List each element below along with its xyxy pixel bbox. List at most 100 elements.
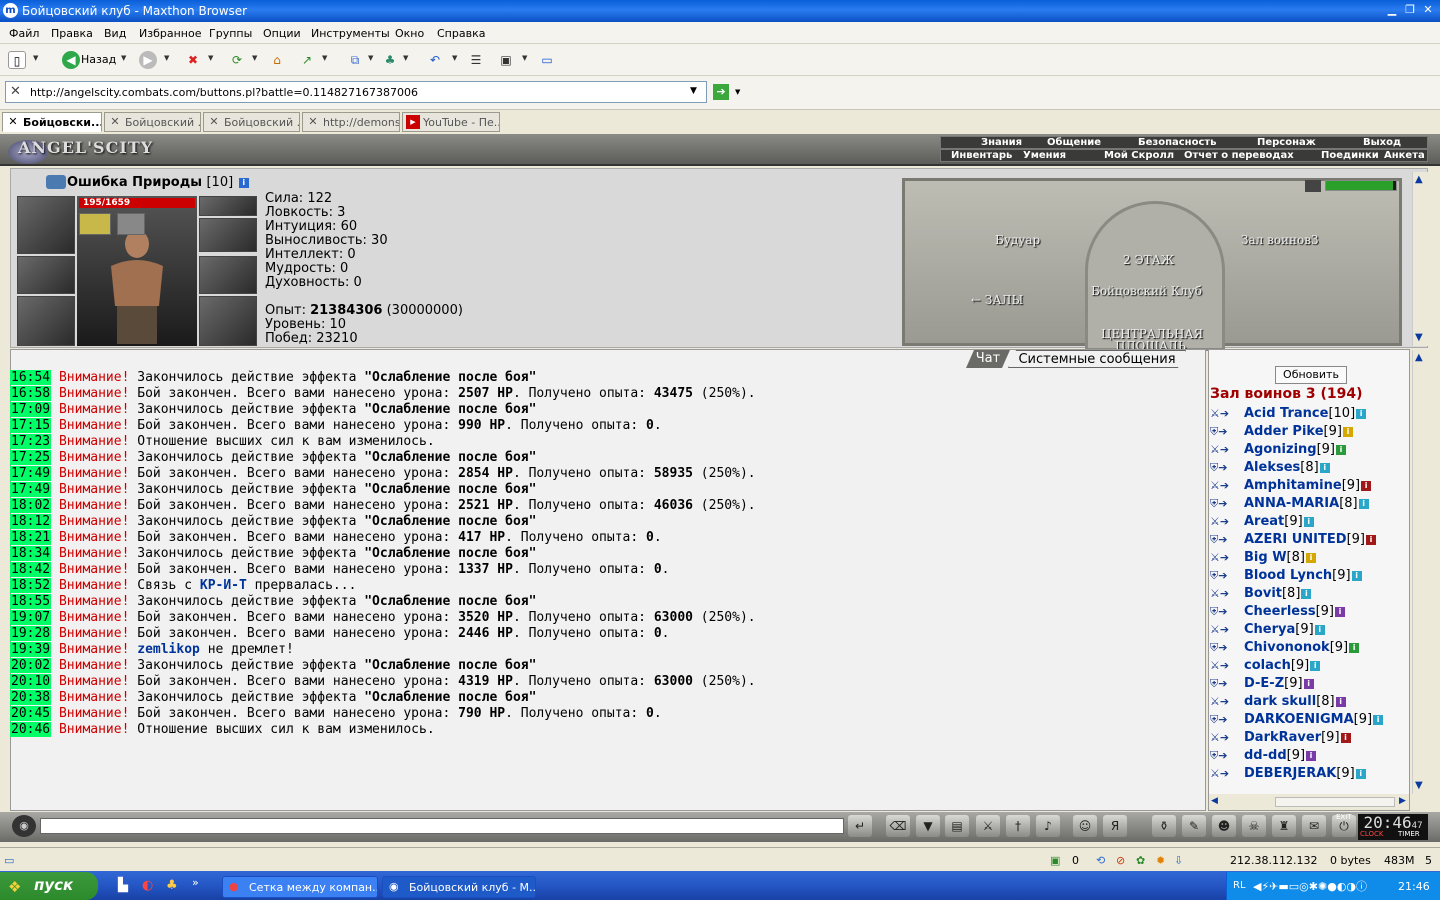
user-info-icon[interactable]: i: [1365, 535, 1376, 545]
go-up-dropdown-icon[interactable]: ▼: [322, 54, 327, 62]
user-status-icon[interactable]: ⚔➔: [1210, 767, 1232, 781]
user-info-icon[interactable]: i: [1361, 481, 1372, 491]
user-status-icon[interactable]: ⛨➔: [1210, 497, 1232, 511]
map-boudoir[interactable]: Будуар: [995, 233, 1040, 247]
scroll-down-icon[interactable]: ▼: [1415, 332, 1423, 343]
refresh-button[interactable]: Обновить: [1275, 366, 1347, 384]
user-name-text[interactable]: AZERI UNITED: [1244, 532, 1347, 547]
user-name[interactable]: Blood Lynch[9] i: [1244, 568, 1362, 583]
nav-communication[interactable]: Общение: [1047, 137, 1101, 148]
user-info-icon[interactable]: i: [1340, 733, 1351, 743]
quicklaunch-3-icon[interactable]: ♣: [166, 878, 178, 893]
clear-icon[interactable]: ⌫: [886, 815, 910, 837]
sound-icon[interactable]: ♪: [1036, 815, 1060, 837]
send-icon[interactable]: ↵: [848, 815, 872, 837]
gloves-slot[interactable]: [17, 256, 75, 294]
window-icon[interactable]: ▭: [538, 51, 556, 69]
user-status-icon[interactable]: ⛨➔: [1210, 641, 1232, 655]
user-name[interactable]: dark skull[8] i: [1244, 694, 1346, 709]
user-status-icon[interactable]: ⛨➔: [1210, 605, 1232, 619]
smiley-icon[interactable]: ☺: [1073, 815, 1097, 837]
scroll-down-icon[interactable]: ▼: [1415, 780, 1423, 791]
user-info-icon[interactable]: i: [1351, 571, 1362, 581]
armor-slot[interactable]: [199, 256, 257, 294]
tab-chat[interactable]: Чат: [966, 350, 1010, 368]
user-info-icon[interactable]: i: [1310, 661, 1321, 671]
user-name[interactable]: Bovit[8] i: [1244, 586, 1312, 601]
user-status-icon[interactable]: ⚔➔: [1210, 659, 1232, 673]
ad-hunter-icon[interactable]: ✿: [1136, 854, 1145, 867]
tab-demons[interactable]: ✕ http://demons...: [302, 112, 400, 132]
nav-my-scroll[interactable]: Мой Скролл: [1104, 150, 1174, 161]
go-dropdown-icon[interactable]: ▼: [735, 88, 740, 96]
user-info-icon[interactable]: i: [1319, 463, 1330, 473]
user-info-icon[interactable]: i: [1358, 499, 1369, 509]
sidebar-icon[interactable]: ☰: [467, 51, 485, 69]
go-up-icon[interactable]: ↗: [298, 51, 316, 69]
user-name[interactable]: dd-dd[9] i: [1244, 748, 1317, 763]
user-name[interactable]: AZERI UNITED[9] i: [1244, 532, 1376, 547]
user-info-icon[interactable]: i: [1303, 679, 1314, 689]
user-name-text[interactable]: Amphitamine: [1244, 478, 1342, 493]
map-fight-club[interactable]: Бойцовский Клуб: [1091, 284, 1202, 298]
menu-tools[interactable]: Инструменты: [311, 27, 390, 40]
scroll-up-icon[interactable]: ▲: [1415, 174, 1423, 185]
user-name[interactable]: ANNA-MARIA[8] i: [1244, 496, 1369, 511]
forward-dropdown-icon[interactable]: ▼: [164, 54, 169, 62]
user-status-icon[interactable]: ⛨➔: [1210, 533, 1232, 547]
user-info-icon[interactable]: i: [1355, 769, 1366, 779]
user-status-icon[interactable]: ⛨➔: [1210, 425, 1232, 439]
hscroll-thumb[interactable]: [1275, 797, 1395, 807]
home-icon[interactable]: ⌂: [268, 51, 286, 69]
tab-fight-club-3[interactable]: ✕ Бойцовский ...: [203, 112, 300, 132]
nav-skills[interactable]: Умения: [1023, 150, 1066, 161]
refresh-dropdown-icon[interactable]: ▼: [252, 54, 257, 62]
nav-exit[interactable]: Выход: [1363, 137, 1401, 148]
nav-knowledge[interactable]: Знания: [981, 137, 1022, 148]
user-info-icon[interactable]: i: [1373, 715, 1384, 725]
user-name[interactable]: Chivononok[9] i: [1244, 640, 1360, 655]
forward-icon[interactable]: ▶: [139, 51, 157, 69]
nav-transfer-report[interactable]: Отчет о переводах: [1184, 150, 1294, 161]
user-name[interactable]: Cheerless[9] i: [1244, 604, 1346, 619]
user-info-icon[interactable]: i: [1335, 607, 1346, 617]
refresh-icon[interactable]: ⟳: [228, 51, 246, 69]
user-info-icon[interactable]: i: [1314, 625, 1325, 635]
groups-dropdown-icon[interactable]: ▼: [368, 54, 373, 62]
user-name[interactable]: Adder Pike[9] i: [1244, 424, 1353, 439]
user-name-text[interactable]: Blood Lynch: [1244, 568, 1332, 583]
user-name-text[interactable]: dd-dd: [1244, 748, 1287, 763]
user-info-icon[interactable]: i: [1356, 409, 1367, 419]
nav-profile[interactable]: Анкета: [1384, 150, 1425, 161]
user-name-text[interactable]: Areat: [1244, 514, 1284, 529]
user-status-icon[interactable]: ⚔➔: [1210, 587, 1232, 601]
user-name-text[interactable]: Adder Pike: [1244, 424, 1324, 439]
map-refresh-icon[interactable]: [1305, 180, 1321, 192]
user-name[interactable]: Alekses[8] i: [1244, 460, 1330, 475]
user-status-icon[interactable]: ⛨➔: [1210, 569, 1232, 583]
user-name[interactable]: Agonizing[9] i: [1244, 442, 1347, 457]
url-field[interactable]: ✕ http://angelscity.combats.com/buttons.…: [5, 81, 707, 103]
map-warriors-hall-3[interactable]: Зал воинов3: [1241, 233, 1319, 247]
user-name[interactable]: Amphitamine[9] i: [1244, 478, 1372, 493]
user-info-icon[interactable]: i: [1349, 643, 1360, 653]
user-status-icon[interactable]: ⚔➔: [1210, 695, 1232, 709]
nav-character[interactable]: Персонаж: [1257, 137, 1316, 148]
weapon-left-slot[interactable]: [17, 296, 75, 346]
user-status-icon[interactable]: ⚔➔: [1210, 623, 1232, 637]
proxy-icon[interactable]: ⟲: [1096, 854, 1105, 867]
scroll-up-icon[interactable]: ▲: [1415, 352, 1423, 363]
user-name-text[interactable]: ANNA-MARIA: [1244, 496, 1339, 511]
user-name[interactable]: DarkRaver[9] i: [1244, 730, 1351, 745]
menu-help[interactable]: Справка: [437, 27, 485, 40]
user-name-text[interactable]: Cheerless: [1244, 604, 1316, 619]
user-name[interactable]: DEBERJERAK[9] i: [1244, 766, 1366, 781]
language-indicator[interactable]: RL: [1233, 880, 1246, 891]
user-info-icon[interactable]: i: [1306, 751, 1317, 761]
quicklaunch-2-icon[interactable]: ◐: [142, 878, 153, 893]
scroll-right-icon[interactable]: ▶: [1399, 796, 1406, 806]
chat-mode-icon[interactable]: ◉: [12, 815, 36, 837]
tray-icons[interactable]: ◀⚡✈▬▭◎✱✺●◐◑ⓘ: [1253, 878, 1367, 894]
user-name-text[interactable]: Bovit: [1244, 586, 1282, 601]
menu-options[interactable]: Опции: [263, 27, 301, 40]
